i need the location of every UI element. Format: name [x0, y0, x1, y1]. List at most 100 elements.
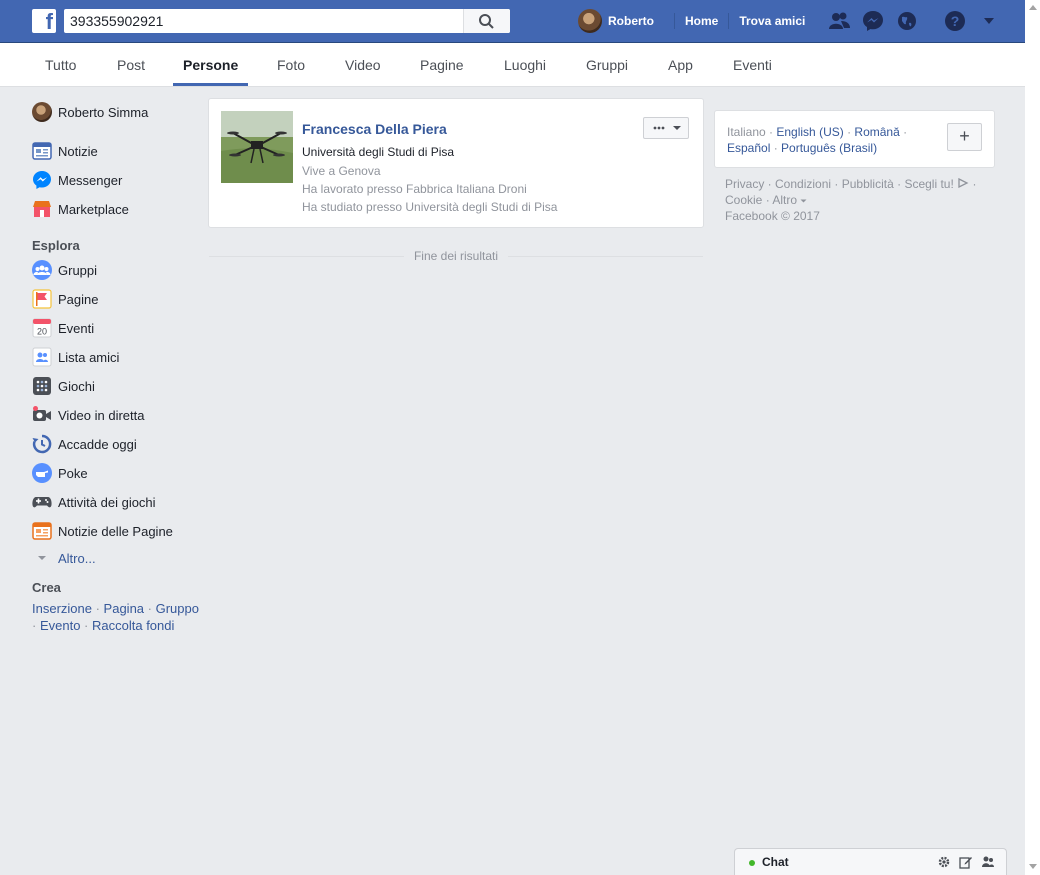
sidebar-item-profile[interactable]: Roberto Simma: [32, 100, 148, 124]
top-nav: Roberto Home Trova amici: [578, 0, 805, 42]
sidebar-item-news[interactable]: Notizie: [32, 139, 98, 163]
footer-terms-link[interactable]: Condizioni: [775, 177, 831, 191]
friend-requests-icon[interactable]: [826, 8, 852, 34]
live-video-camera-icon: [33, 406, 51, 421]
sidebar-item-pages-feed[interactable]: Notizie delle Pagine: [32, 519, 173, 543]
sidebar-item-label: Altro...: [58, 550, 96, 566]
tab-events[interactable]: Eventi: [733, 43, 772, 86]
calendar-icon: 20: [32, 318, 52, 338]
games-icon: [33, 377, 51, 395]
home-link[interactable]: Home: [685, 14, 718, 28]
tab-groups[interactable]: Gruppi: [586, 43, 628, 86]
sidebar-item-label: Accadde oggi: [58, 436, 137, 452]
scroll-down-arrow-icon[interactable]: [1029, 864, 1037, 869]
sidebar-more-link[interactable]: Altro...: [32, 546, 96, 570]
sidebar-item-label: Roberto Simma: [58, 104, 149, 120]
create-fundraiser-link[interactable]: Raccolta fondi: [92, 618, 174, 633]
sidebar-item-label: Video in diretta: [58, 407, 145, 423]
sidebar-item-live-video[interactable]: Video in diretta: [32, 403, 145, 427]
sidebar-item-gaming-activity[interactable]: Attività dei giochi: [32, 490, 156, 514]
language-spanish[interactable]: Español: [727, 141, 770, 155]
pages-flag-icon: [32, 289, 52, 309]
divider: [728, 13, 730, 29]
chat-bar[interactable]: Chat: [734, 848, 1007, 875]
account-menu-chevron-down-icon[interactable]: [976, 8, 1002, 34]
sidebar-item-groups[interactable]: Gruppi: [32, 258, 97, 282]
create-group-chat-icon[interactable]: [980, 854, 996, 870]
marketplace-icon: [33, 201, 51, 217]
explore-heading: Esplora: [32, 238, 80, 253]
sidebar-item-marketplace[interactable]: Marketplace: [32, 197, 129, 221]
footer-cookies-link[interactable]: Cookie: [725, 193, 762, 207]
avatar: [578, 9, 602, 33]
chevron-down-icon: [38, 556, 46, 560]
pages-feed-icon: [32, 522, 52, 540]
messenger-icon[interactable]: [860, 8, 886, 34]
profile-photo[interactable]: [221, 111, 293, 183]
search-input[interactable]: [64, 9, 456, 33]
more-options-icon: [653, 126, 681, 130]
language-list: Italiano · English (US) · Română · Españ…: [727, 125, 908, 155]
sidebar-item-messenger[interactable]: Messenger: [32, 168, 122, 192]
tab-people[interactable]: Persone: [173, 43, 249, 86]
chat-settings-gear-icon[interactable]: [936, 854, 952, 870]
tab-posts[interactable]: Post: [117, 43, 145, 86]
avatar: [32, 102, 52, 122]
create-page-link[interactable]: Pagina: [104, 601, 144, 616]
language-english[interactable]: English (US): [776, 125, 843, 139]
sidebar-item-pokes[interactable]: Poke: [32, 461, 88, 485]
sidebar-item-label: Notizie: [58, 143, 98, 159]
tab-pages[interactable]: Pagine: [420, 43, 464, 86]
scroll-up-arrow-icon[interactable]: [1029, 5, 1037, 10]
result-options-button[interactable]: [643, 117, 689, 139]
profile-link[interactable]: Roberto: [578, 9, 664, 33]
new-message-compose-icon[interactable]: [958, 854, 974, 870]
groups-icon: [32, 260, 52, 280]
create-group-link[interactable]: Gruppo: [156, 601, 199, 616]
language-portuguese[interactable]: Português (Brasil): [781, 141, 877, 155]
end-of-results-text: Fine dei risultati: [413, 249, 499, 263]
current-language: Italiano: [727, 125, 766, 139]
add-language-button[interactable]: +: [947, 123, 982, 151]
chevron-down-icon: [800, 199, 807, 203]
person-education: Ha studiato presso Università degli Stud…: [302, 200, 558, 214]
sidebar-item-events[interactable]: 20 Eventi: [32, 316, 94, 340]
language-selector: Italiano · English (US) · Română · Españ…: [714, 110, 995, 168]
search-box: [64, 9, 510, 33]
sidebar-item-label: Poke: [58, 465, 88, 481]
end-of-results: Fine dei risultati: [209, 248, 703, 264]
page-scrollbar[interactable]: [1025, 0, 1040, 875]
footer-adchoices-link[interactable]: Scegli tu!: [904, 177, 953, 191]
search-button[interactable]: [463, 9, 510, 33]
sidebar-item-label: Attività dei giochi: [58, 494, 156, 510]
calendar-day: 20: [37, 327, 47, 337]
footer-more-link[interactable]: Altro: [772, 193, 797, 207]
find-friends-link[interactable]: Trova amici: [739, 14, 805, 28]
tab-apps[interactable]: App: [668, 43, 693, 86]
facebook-logo-icon[interactable]: f: [32, 9, 56, 34]
tab-videos[interactable]: Video: [345, 43, 381, 86]
sidebar-item-on-this-day[interactable]: Accadde oggi: [32, 432, 137, 456]
chat-label: Chat: [762, 855, 789, 869]
footer-advertising-link[interactable]: Pubblicità: [842, 177, 894, 191]
sidebar-item-friend-lists[interactable]: Lista amici: [32, 345, 119, 369]
tab-photos[interactable]: Foto: [277, 43, 305, 86]
language-romanian[interactable]: Română: [854, 125, 899, 139]
sidebar-item-label: Eventi: [58, 320, 95, 336]
on-this-day-clock-icon: [32, 434, 52, 454]
sidebar-item-label: Giochi: [58, 378, 95, 394]
tab-all[interactable]: Tutto: [45, 43, 76, 86]
sidebar-item-label: Gruppi: [58, 262, 98, 278]
sidebar-item-games[interactable]: Giochi: [32, 374, 95, 398]
messenger-icon: [33, 171, 51, 189]
person-name-link[interactable]: Francesca Della Piera: [302, 121, 447, 137]
footer-privacy-link[interactable]: Privacy: [725, 177, 764, 191]
sidebar-item-label: Pagine: [58, 291, 99, 307]
sidebar-item-label: Notizie delle Pagine: [58, 523, 173, 539]
notifications-globe-icon[interactable]: [894, 8, 920, 34]
tab-places[interactable]: Luoghi: [504, 43, 546, 86]
help-icon[interactable]: ?: [942, 8, 968, 34]
create-ad-link[interactable]: Inserzione: [32, 601, 92, 616]
create-event-link[interactable]: Evento: [40, 618, 80, 633]
sidebar-item-pages[interactable]: Pagine: [32, 287, 98, 311]
